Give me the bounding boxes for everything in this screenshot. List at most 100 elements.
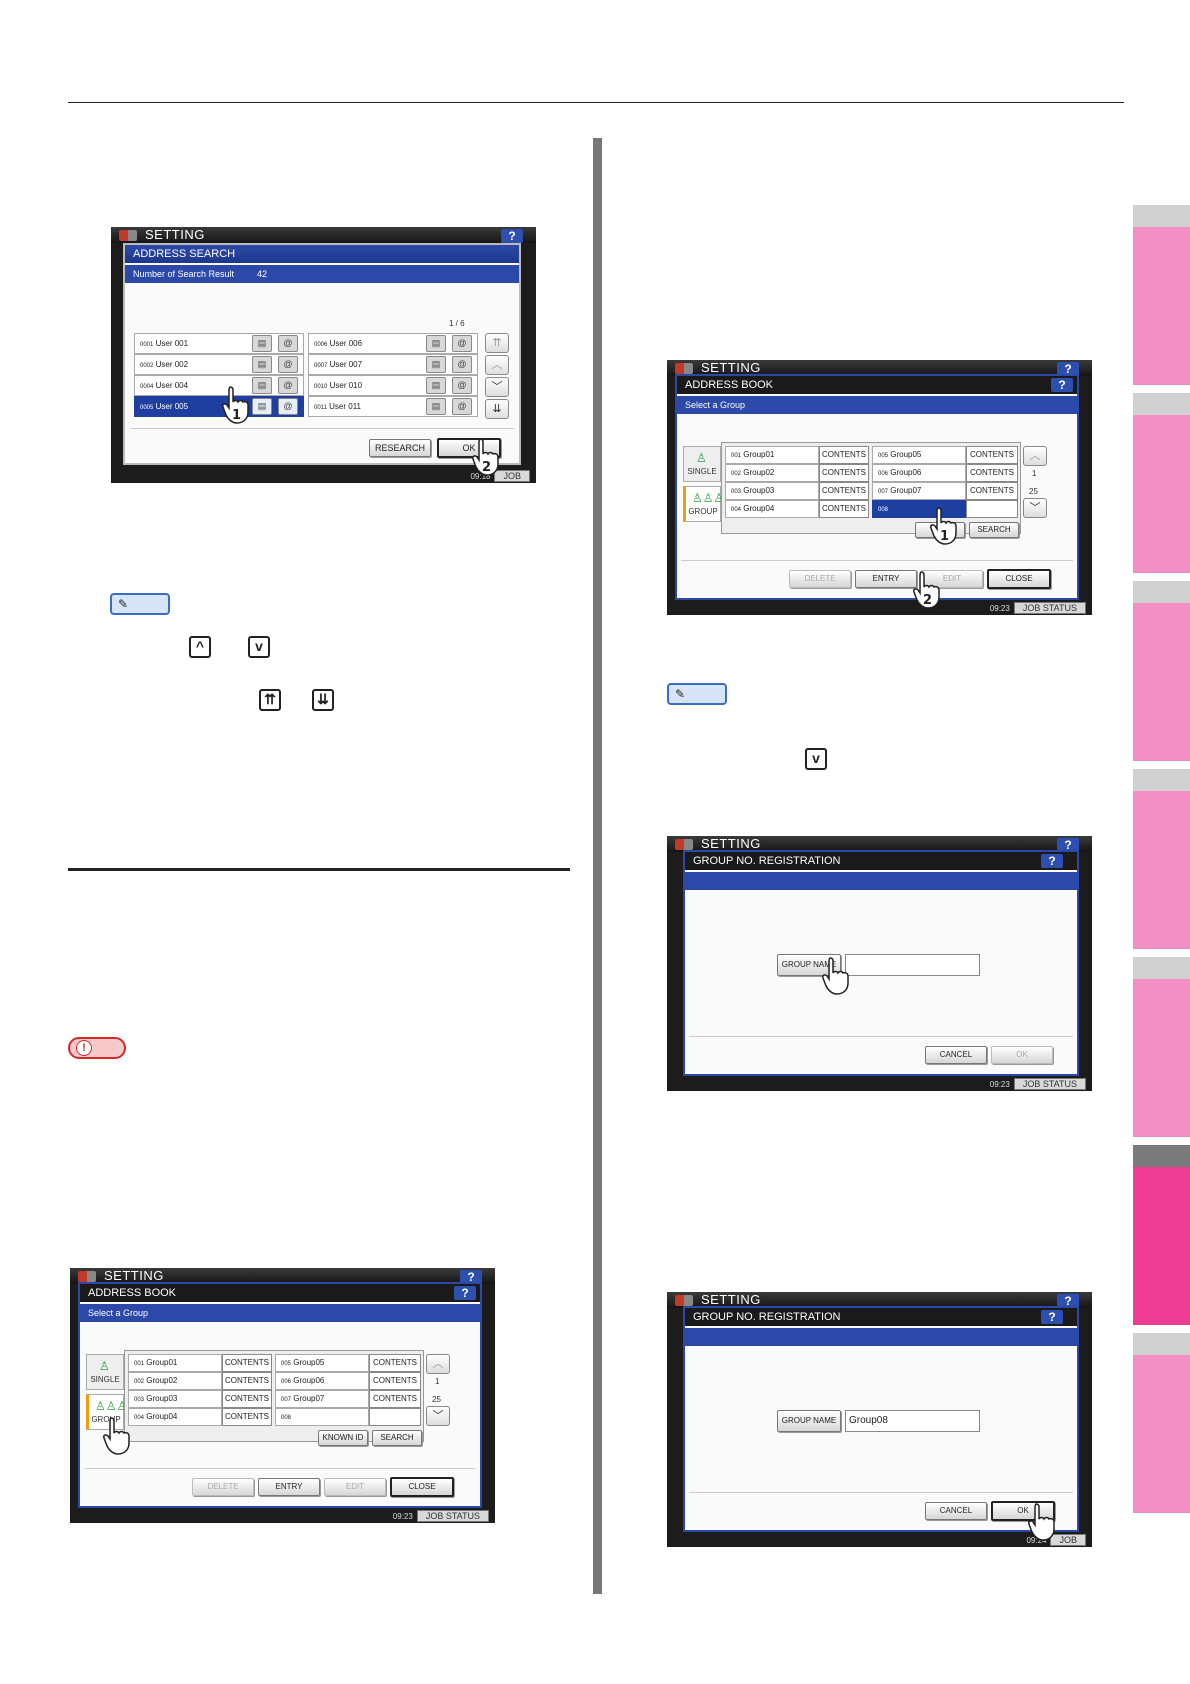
contents-button[interactable]: CONTENTS <box>966 464 1018 482</box>
fax-icon[interactable]: ▤ <box>426 335 446 352</box>
row-name: Group06 <box>890 468 922 477</box>
help-button[interactable]: ? <box>454 1286 476 1300</box>
search-button[interactable]: SEARCH <box>372 1430 422 1446</box>
email-icon[interactable]: @ <box>452 398 472 415</box>
email-icon[interactable]: @ <box>278 356 298 373</box>
contents-button[interactable]: CONTENTS <box>222 1390 272 1408</box>
fax-icon[interactable]: ▤ <box>426 398 446 415</box>
contents-button[interactable]: CONTENTS <box>819 482 869 500</box>
logo-icon <box>675 1295 693 1306</box>
fax-icon[interactable]: ▤ <box>252 377 272 394</box>
chevron-down-icon[interactable]: ﹀ <box>485 377 509 397</box>
page-down-icon[interactable]: ⇊ <box>485 399 509 419</box>
side-tab-2[interactable] <box>1133 393 1190 573</box>
group-row-4[interactable]: 004 Group04 <box>725 500 819 518</box>
email-icon[interactable]: @ <box>452 377 472 394</box>
side-tab-6-active[interactable] <box>1133 1145 1190 1325</box>
group-name-input[interactable]: Group08 <box>845 1410 980 1432</box>
group-row-5[interactable]: 005 Group05 <box>872 446 966 464</box>
email-icon[interactable]: @ <box>278 335 298 352</box>
contents-button[interactable]: CONTENTS <box>369 1372 421 1390</box>
panel-footer: 09:23 JOB STATUS <box>990 1078 1086 1090</box>
group-row-3[interactable]: 003 Group03 <box>725 482 819 500</box>
chevron-up-icon[interactable]: ︿ <box>1023 446 1047 466</box>
divider <box>681 560 1073 561</box>
side-tab-3[interactable] <box>1133 581 1190 761</box>
contents-button[interactable]: CONTENTS <box>222 1408 272 1426</box>
side-tab-7[interactable] <box>1133 1333 1190 1513</box>
fax-icon[interactable]: ▤ <box>252 335 272 352</box>
single-tab[interactable]: ♙ SINGLE <box>86 1354 124 1390</box>
group-tab[interactable]: ♙♙♙ GROUP <box>683 486 724 522</box>
contents-button[interactable]: CONTENTS <box>966 482 1018 500</box>
research-button[interactable]: RESEARCH <box>369 439 431 457</box>
email-icon[interactable]: @ <box>452 335 472 352</box>
entry-button[interactable]: ENTRY <box>258 1478 320 1496</box>
row-no: 006 <box>281 1379 292 1385</box>
logo-icon <box>675 363 693 374</box>
side-tab-1[interactable] <box>1133 205 1190 385</box>
row-name: Group04 <box>146 1412 178 1421</box>
delete-button[interactable]: DELETE <box>789 570 851 588</box>
group-row-5[interactable]: 005 Group05 <box>275 1354 369 1372</box>
group-row-2[interactable]: 002 Group02 <box>725 464 819 482</box>
group-row-3[interactable]: 003 Group03 <box>128 1390 222 1408</box>
side-tab-4[interactable] <box>1133 769 1190 949</box>
group-row-1[interactable]: 001 Group01 <box>725 446 819 464</box>
group-row-6[interactable]: 006 Group06 <box>872 464 966 482</box>
close-button[interactable]: CLOSE <box>987 569 1051 589</box>
cancel-button[interactable]: CANCEL <box>925 1046 987 1064</box>
job-status-button[interactable]: JOB STATUS <box>1013 602 1086 614</box>
search-button[interactable]: SEARCH <box>969 522 1019 538</box>
chevron-up-icon[interactable]: ︿ <box>426 1354 450 1374</box>
ok-button[interactable]: OK <box>991 1046 1053 1064</box>
row-name: User 011 <box>329 402 362 411</box>
group-row-1[interactable]: 001 Group01 <box>128 1354 222 1372</box>
side-tab-5[interactable] <box>1133 957 1190 1137</box>
contents-button[interactable]: CONTENTS <box>819 446 869 464</box>
fax-icon[interactable]: ▤ <box>252 398 272 415</box>
close-button[interactable]: CLOSE <box>390 1477 454 1497</box>
group-row-7[interactable]: 007 Group07 <box>275 1390 369 1408</box>
job-status-button[interactable]: JOB STATUS <box>1013 1078 1086 1090</box>
contents-button[interactable]: CONTENTS <box>819 464 869 482</box>
delete-button[interactable]: DELETE <box>192 1478 254 1496</box>
help-button[interactable]: ? <box>1041 1310 1063 1324</box>
row-no: 002 <box>134 1379 145 1385</box>
pointing-hand-icon-2: 2 <box>913 571 940 609</box>
email-icon[interactable]: @ <box>278 377 298 394</box>
panel-title-bar: SETTING <box>111 227 536 243</box>
group-name-input[interactable] <box>845 954 980 976</box>
chevron-up-icon[interactable]: ︿ <box>485 355 509 375</box>
help-button[interactable]: ? <box>1041 854 1063 868</box>
group-name-button[interactable]: GROUP NAME <box>777 1410 841 1432</box>
dialog-title: ADDRESS BOOK <box>677 376 1077 394</box>
edit-button[interactable]: EDIT <box>324 1478 386 1496</box>
fax-icon[interactable]: ▤ <box>426 356 446 373</box>
email-icon[interactable]: @ <box>278 398 298 415</box>
fax-icon[interactable]: ▤ <box>426 377 446 394</box>
chevron-down-icon[interactable]: ﹀ <box>426 1406 450 1426</box>
chevron-down-icon[interactable]: ﹀ <box>1023 498 1047 518</box>
group-row-7[interactable]: 007 Group07 <box>872 482 966 500</box>
group-row-4[interactable]: 004 Group04 <box>128 1408 222 1426</box>
group-row-2[interactable]: 002 Group02 <box>128 1372 222 1390</box>
cancel-button[interactable]: CANCEL <box>925 1502 987 1520</box>
contents-button[interactable]: CONTENTS <box>966 446 1018 464</box>
group-row-6[interactable]: 006 Group06 <box>275 1372 369 1390</box>
help-button[interactable]: ? <box>501 229 523 243</box>
contents-button[interactable]: CONTENTS <box>222 1354 272 1372</box>
entry-button[interactable]: ENTRY <box>855 570 917 588</box>
contents-button[interactable]: CONTENTS <box>369 1390 421 1408</box>
job-status-button[interactable]: JOB STATUS <box>416 1510 489 1522</box>
group-row-8-empty[interactable]: 008 <box>275 1408 369 1426</box>
single-tab[interactable]: ♙ SINGLE <box>683 446 721 482</box>
contents-button[interactable]: CONTENTS <box>222 1372 272 1390</box>
fax-icon[interactable]: ▤ <box>252 356 272 373</box>
known-id-button[interactable]: KNOWN ID <box>318 1430 368 1446</box>
contents-button[interactable]: CONTENTS <box>369 1354 421 1372</box>
email-icon[interactable]: @ <box>452 356 472 373</box>
help-button[interactable]: ? <box>1051 378 1073 392</box>
contents-button[interactable]: CONTENTS <box>819 500 869 518</box>
page-up-icon[interactable]: ⇈ <box>485 333 509 353</box>
